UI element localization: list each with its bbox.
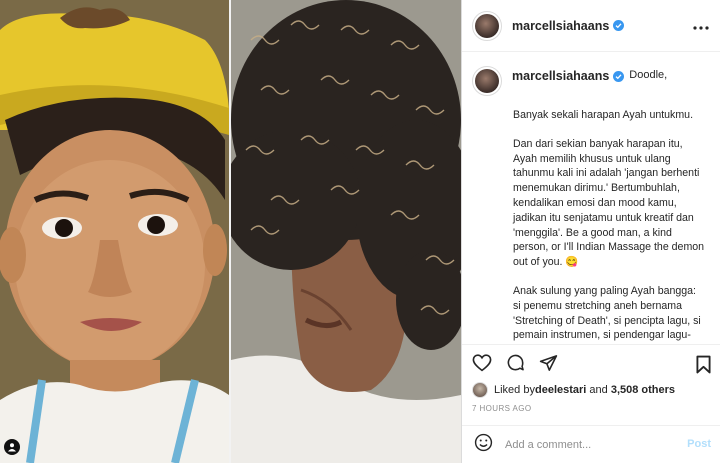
emoji-icon[interactable] bbox=[474, 433, 493, 457]
caption-paragraph: Dan dari sekian banyak harapan itu, Ayah… bbox=[513, 137, 705, 269]
likes-prefix: Liked by bbox=[494, 384, 535, 396]
likes-count[interactable]: 3,508 others bbox=[611, 384, 675, 396]
heart-icon[interactable] bbox=[472, 353, 492, 372]
author-username[interactable]: marcellsiahaans bbox=[512, 19, 609, 33]
comment-icon[interactable] bbox=[506, 353, 525, 372]
caption-body: Banyak sekali harapan Ayah untukmu. Dan … bbox=[513, 108, 711, 344]
caption-header: marcellsiahaans Doodle, bbox=[472, 66, 711, 96]
user-tag-icon[interactable] bbox=[4, 439, 20, 455]
caption-author-avatar[interactable] bbox=[472, 66, 502, 96]
likes-line: Liked by deelestari and 3,508 others bbox=[472, 382, 675, 398]
caption-paragraph: Banyak sekali harapan Ayah untukmu. bbox=[513, 109, 694, 121]
likes-connector: and bbox=[586, 384, 611, 396]
more-icon[interactable] bbox=[693, 17, 709, 35]
caption-username[interactable]: marcellsiahaans bbox=[512, 69, 609, 83]
post-media[interactable] bbox=[0, 0, 461, 463]
caption-first-line: Doodle, bbox=[629, 69, 668, 81]
liker-avatar[interactable] bbox=[472, 382, 488, 398]
post-timestamp[interactable]: 7 HOURS AGO bbox=[472, 404, 532, 413]
photo-curly-hair bbox=[231, 0, 461, 463]
comments-area[interactable]: marcellsiahaans Doodle, Banyak sekali ha… bbox=[462, 52, 720, 344]
post-sidebar: marcellsiahaans marcellsiahaans Doodle, … bbox=[461, 0, 720, 463]
verified-icon bbox=[613, 71, 625, 82]
bookmark-icon[interactable] bbox=[696, 355, 711, 379]
photo-child-cap bbox=[0, 0, 229, 463]
comment-composer: Post bbox=[462, 425, 720, 463]
post-comment-button[interactable]: Post bbox=[687, 438, 711, 450]
comment-input[interactable] bbox=[505, 438, 675, 451]
post-header: marcellsiahaans bbox=[462, 0, 720, 52]
liker-username[interactable]: deelestari bbox=[535, 384, 586, 396]
share-icon[interactable] bbox=[539, 354, 558, 372]
caption-paragraph: Anak sulung yang paling Ayah bangga: si … bbox=[513, 284, 701, 342]
author-avatar[interactable] bbox=[472, 10, 502, 41]
verified-icon bbox=[613, 20, 625, 31]
action-bar bbox=[462, 344, 720, 380]
